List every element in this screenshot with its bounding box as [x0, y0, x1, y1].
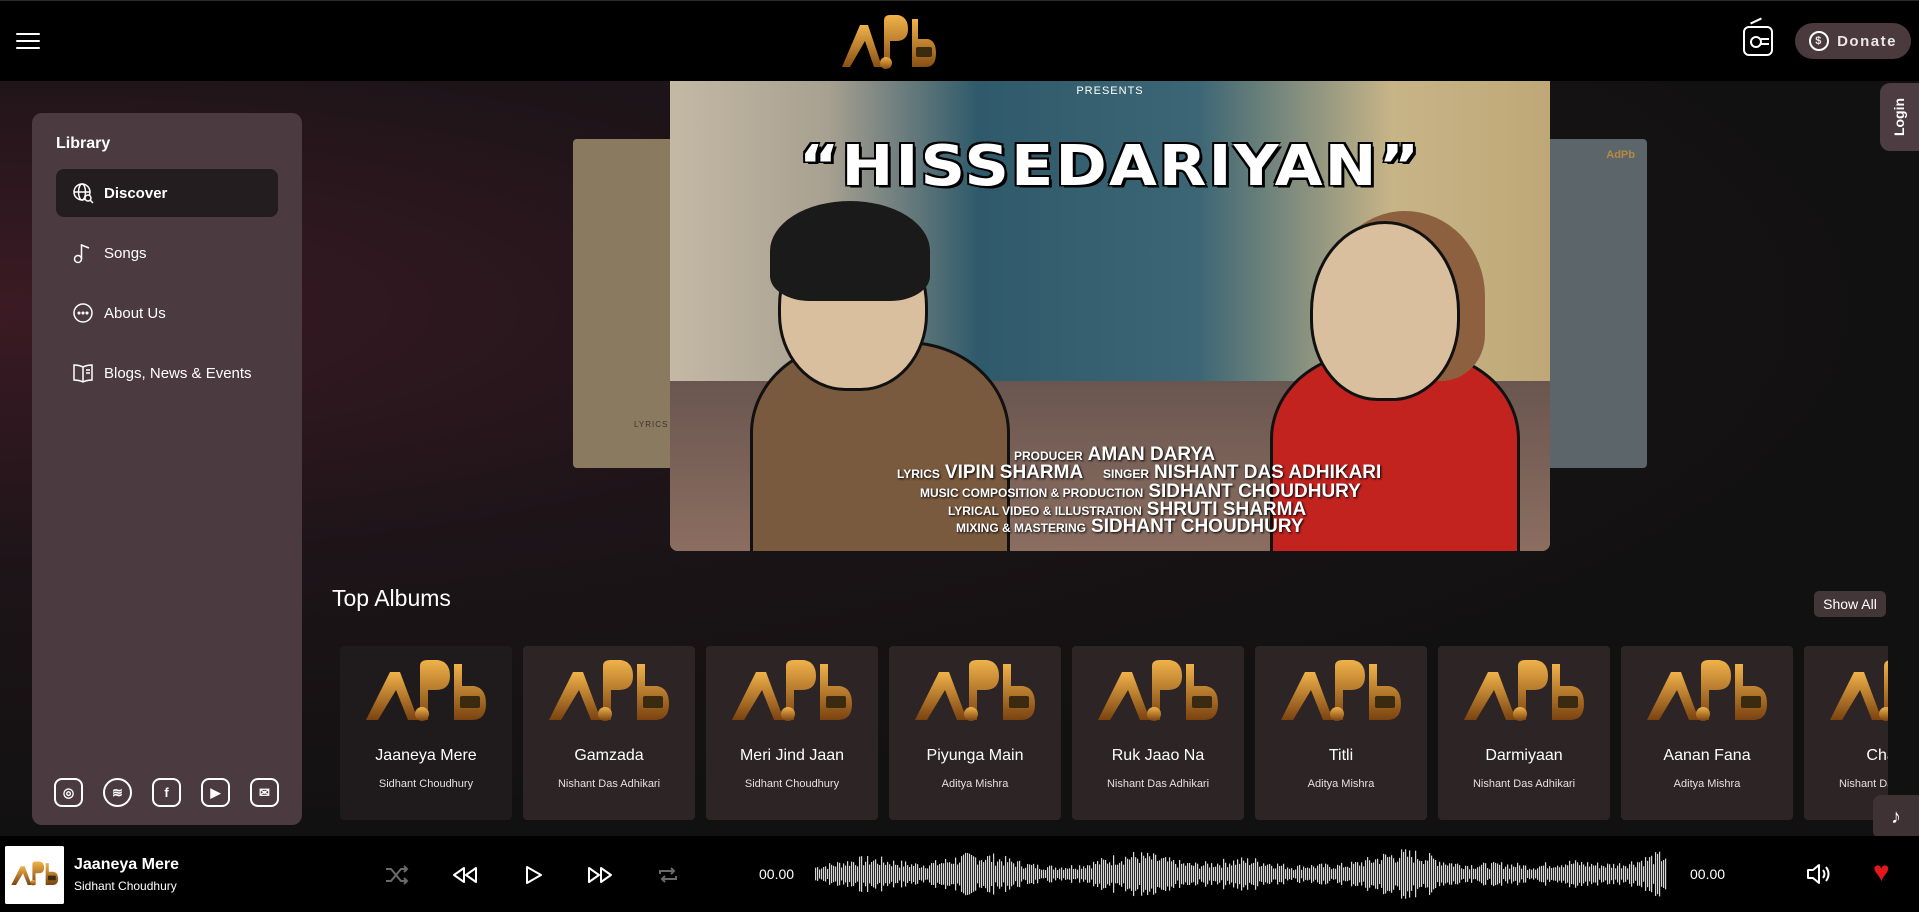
sidebar-item-label: Songs [104, 244, 147, 262]
album-artist: Sidhant Choudhury [744, 778, 840, 790]
album-name: Jaaneya Mere [375, 747, 477, 764]
album-art [360, 656, 492, 726]
now-playing-art[interactable] [5, 846, 64, 904]
album-art [1458, 656, 1590, 726]
rewind-icon[interactable] [451, 864, 479, 886]
youtube-icon[interactable]: ▶ [201, 778, 230, 807]
spotify-icon[interactable]: ≋ [103, 778, 132, 807]
album-card[interactable]: Piyunga Main Aditya Mishra [889, 646, 1061, 820]
sidebar-item-label: Blogs, News & Events [104, 364, 252, 382]
slide-caption: LYRICS [634, 420, 669, 429]
dollar-circle-icon: $ [1809, 31, 1830, 51]
album-name: Gamzada [574, 747, 644, 764]
login-label: Login [1891, 97, 1908, 137]
site-logo[interactable] [838, 11, 940, 71]
credit-mixing: MIXING & MASTERING SIDHANT CHOUDHURY [956, 516, 1304, 537]
facebook-icon[interactable]: f [152, 778, 181, 807]
play-icon[interactable] [522, 864, 544, 886]
albums-row: Jaaneya Mere Sidhant Choudhury Gamzada N… [340, 646, 1888, 820]
hamburger-icon[interactable] [16, 33, 40, 51]
social-links: ◎ ≋ f ▶ ✉ [54, 778, 279, 807]
carousel-active-slide[interactable]: PRESENTS “HISSEDARIYAN” PRODUCER AMAN DAR… [670, 81, 1550, 551]
album-card[interactable]: Titli Aditya Mishra [1255, 646, 1427, 820]
album-card[interactable]: Ruk Jaao Na Nishant Das Adhikari [1072, 646, 1244, 820]
slide-logo: AdPb [1606, 149, 1635, 161]
album-name: Titli [1328, 747, 1354, 764]
album-artist: Aditya Mishra [1307, 778, 1375, 790]
album-artist: Aditya Mishra [1673, 778, 1741, 790]
donate-label: Donate [1837, 32, 1897, 50]
sidebar-item-blogs[interactable]: Blogs, News & Events [56, 349, 278, 397]
sidebar-item-about-us[interactable]: About Us [56, 289, 278, 337]
album-art [1641, 656, 1773, 726]
album-name: Darmiyaan [1485, 747, 1563, 764]
slide-song-title: “HISSEDARIYAN” [798, 132, 1422, 199]
heart-icon[interactable]: ♥ [1873, 858, 1890, 886]
album-artist: Nishant Das Adhikari [1106, 778, 1210, 790]
album-art [543, 656, 675, 726]
donate-button[interactable]: $ Donate [1795, 23, 1911, 59]
library-sidebar: Library Discover Songs About Us Blogs, N… [32, 113, 302, 825]
album-card[interactable]: Jaaneya Mere Sidhant Choudhury [340, 646, 512, 820]
album-art [909, 656, 1041, 726]
album-name: Ruk Jaao Na [1111, 747, 1205, 764]
sidebar-item-label: Discover [104, 184, 168, 202]
music-note-icon [72, 242, 94, 264]
carousel-next-slide[interactable]: AdPb [1545, 139, 1647, 468]
show-all-button[interactable]: Show All [1814, 591, 1886, 617]
current-time: 00.00 [759, 866, 795, 882]
album-name: Meri Jind Jaan [739, 747, 845, 764]
presents-label: PRESENTS [1076, 85, 1144, 97]
album-card[interactable]: Gamzada Nishant Das Adhikari [523, 646, 695, 820]
total-time: 00.00 [1690, 866, 1726, 882]
music-note-icon[interactable]: ♪ [1873, 795, 1919, 839]
sidebar-item-songs[interactable]: Songs [56, 229, 278, 277]
radio-antenna [1750, 17, 1762, 25]
now-playing-title: Jaaneya Mere [74, 856, 179, 873]
sidebar-item-label: About Us [104, 304, 166, 322]
globe-search-icon [72, 182, 94, 204]
top-header: $ Donate [0, 0, 1919, 81]
album-name: Piyunga Main [926, 747, 1024, 764]
album-card[interactable]: Aanan Fana Aditya Mishra [1621, 646, 1793, 820]
top-albums-title: Top Albums [332, 585, 451, 611]
album-artist: Sidhant Choudhury [378, 778, 474, 790]
album-name: Aanan Fana [1663, 747, 1751, 764]
album-artist: Nishant Das Adhikari [557, 778, 661, 790]
volume-icon[interactable] [1805, 862, 1831, 886]
sidebar-item-discover[interactable]: Discover [56, 169, 278, 217]
album-artist: Nishant Das Adhikari [1838, 778, 1888, 790]
album-art [1092, 656, 1224, 726]
repeat-icon[interactable] [656, 864, 680, 886]
audio-waveform[interactable] [815, 846, 1667, 902]
fast-forward-icon[interactable] [586, 864, 614, 886]
music-player-bar: Jaaneya Mere Sidhant Choudhury 00.00 00.… [0, 836, 1919, 912]
girl-illustration-head [1310, 221, 1460, 401]
shuffle-icon[interactable] [384, 864, 410, 886]
more-circle-icon [72, 302, 94, 324]
album-artist: Nishant Das Adhikari [1472, 778, 1576, 790]
book-icon [72, 362, 94, 384]
now-playing-artist: Sidhant Choudhury [74, 879, 177, 893]
radio-icon[interactable] [1743, 26, 1773, 56]
album-card[interactable]: Chand Nishant Das Adhikari [1804, 646, 1888, 820]
boy-illustration-hair [770, 201, 930, 301]
library-title: Library [56, 135, 111, 152]
carousel-prev-slide[interactable]: LYRICS [573, 139, 673, 468]
mail-icon[interactable]: ✉ [250, 778, 279, 807]
album-art [726, 656, 858, 726]
album-art [1275, 656, 1407, 726]
album-artist: Aditya Mishra [941, 778, 1009, 790]
instagram-icon[interactable]: ◎ [54, 778, 83, 807]
login-tab[interactable]: Login [1880, 83, 1919, 151]
album-name: Chand [1866, 747, 1888, 764]
album-card[interactable]: Darmiyaan Nishant Das Adhikari [1438, 646, 1610, 820]
album-art [1824, 656, 1888, 726]
album-card[interactable]: Meri Jind Jaan Sidhant Choudhury [706, 646, 878, 820]
